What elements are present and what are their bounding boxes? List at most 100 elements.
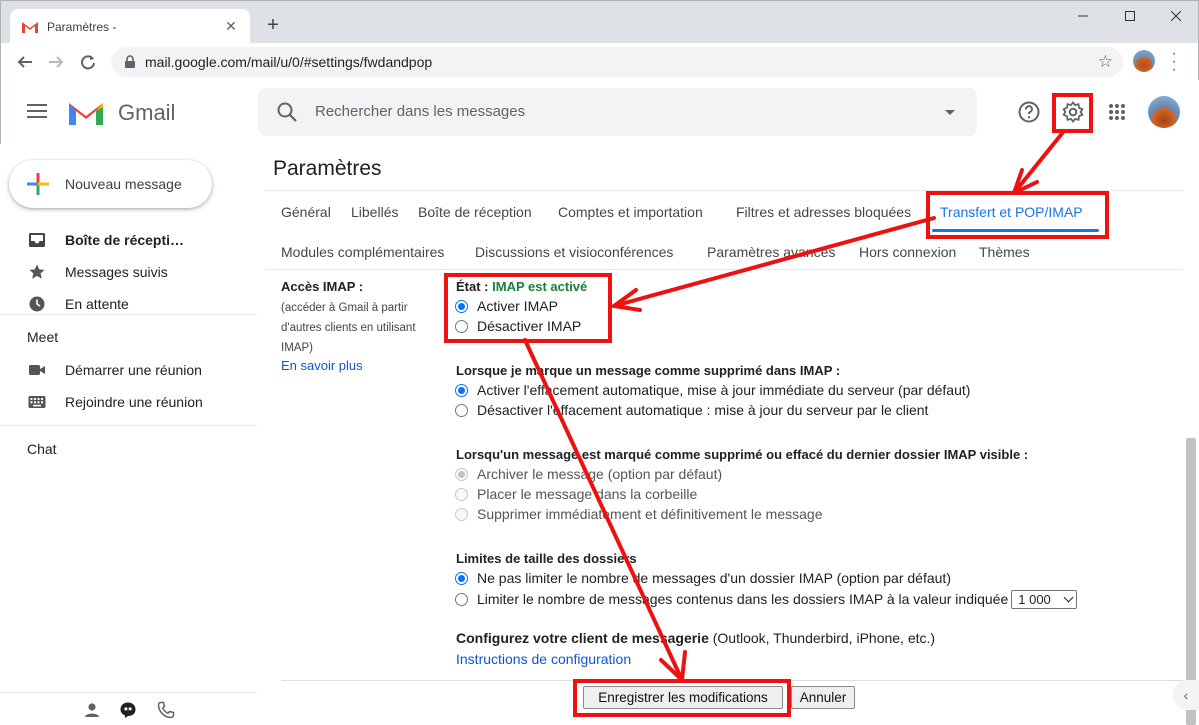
video-icon: [29, 365, 45, 375]
folder-limit-select[interactable]: 1 000: [1011, 589, 1077, 609]
gmail-favicon-icon: [22, 21, 38, 33]
cancel-button[interactable]: Annuler: [791, 686, 855, 709]
reload-icon[interactable]: [76, 50, 100, 74]
mail-search[interactable]: Rechercher dans les messages: [258, 88, 977, 136]
sidebar-item-starred[interactable]: Messages suivis: [0, 256, 257, 288]
no-limit-radio[interactable]: [455, 571, 468, 585]
search-icon[interactable]: [276, 101, 298, 123]
phone-icon[interactable]: [157, 701, 175, 719]
config-instructions-link[interactable]: Instructions de configuration: [456, 651, 631, 667]
tabs-divider: [265, 269, 1183, 270]
auto-expunge-on-radio[interactable]: [455, 383, 468, 397]
browser-tab[interactable]: Paramètres - ✕: [10, 9, 250, 44]
meet-title: Meet: [27, 329, 59, 345]
browser-menu-icon[interactable]: · · ·: [1168, 46, 1180, 78]
sidebar-item-start-meeting[interactable]: Démarrer une réunion: [0, 354, 257, 386]
sidebar-item-join-meeting[interactable]: Rejoindre une réunion: [0, 386, 257, 418]
tab-title: Paramètres -: [47, 19, 117, 34]
annotation-box-gear: [1052, 93, 1093, 133]
imap-access-description: (accéder à Gmail à partir d'autres clien…: [281, 302, 416, 354]
tab-labels[interactable]: Libellés: [351, 204, 398, 220]
sidebar-divider: [0, 425, 257, 426]
option-label: Ne pas limiter le nombre de messages d'u…: [477, 570, 951, 586]
annotation-box-imap: [444, 273, 612, 343]
account-avatar[interactable]: [1148, 96, 1180, 128]
sidebar-item-inbox[interactable]: Boîte de récepti…: [0, 224, 257, 256]
lock-icon: [125, 55, 135, 68]
option-label: Limiter le nombre de messages contenus d…: [477, 591, 1009, 607]
tab-themes[interactable]: Thèmes: [979, 244, 1030, 260]
chat-title: Chat: [27, 441, 57, 457]
compose-label: Nouveau message: [65, 176, 182, 192]
side-panel-toggle-icon[interactable]: ‹: [1173, 680, 1199, 710]
browser-tabstrip: Paramètres - ✕ +: [0, 0, 1199, 44]
sidebar-footer: [0, 692, 257, 725]
tab-offline[interactable]: Hors connexion: [859, 244, 956, 260]
new-tab-button[interactable]: +: [263, 14, 283, 36]
browser-toolbar: mail.google.com/mail/u/0/#settings/fwdan…: [0, 43, 1199, 80]
auto-expunge-off-radio[interactable]: [455, 403, 468, 417]
chat-bubble-icon[interactable]: [119, 701, 137, 719]
tab-chat-meet[interactable]: Discussions et visioconférences: [475, 244, 673, 260]
address-bar[interactable]: mail.google.com/mail/u/0/#settings/fwdan…: [111, 47, 1123, 77]
annotation-box-tab: [926, 191, 1109, 239]
deleted-message-heading: Lorsqu'un message est marqué comme suppr…: [456, 447, 1029, 462]
search-options-icon[interactable]: [945, 110, 955, 115]
window-close-icon[interactable]: [1153, 5, 1199, 27]
close-tab-icon[interactable]: ✕: [222, 18, 240, 35]
chevron-down-icon: [1063, 592, 1074, 602]
learn-more-link[interactable]: En savoir plus: [281, 358, 363, 373]
sidebar-item-label: Messages suivis: [65, 264, 168, 280]
sidebar-item-label: En attente: [65, 296, 129, 312]
browser-profile-avatar[interactable]: [1133, 50, 1155, 72]
delete-forever-option: Supprimer immédiatement et définitivemen…: [455, 504, 823, 524]
option-label: Désactiver l'effacement automatique : mi…: [477, 402, 929, 418]
client-config-line: Configurez votre client de messagerie (O…: [456, 630, 935, 646]
no-limit-option[interactable]: Ne pas limiter le nombre de messages d'u…: [455, 568, 951, 588]
tab-inbox[interactable]: Boîte de réception: [418, 204, 532, 220]
person-icon[interactable]: [83, 701, 101, 719]
tab-advanced[interactable]: Paramètres avancés: [707, 244, 835, 260]
bookmark-star-icon[interactable]: ☆: [1098, 52, 1113, 72]
clock-icon: [29, 296, 45, 312]
compose-button[interactable]: Nouveau message: [9, 160, 212, 208]
expunge-heading: Lorsque je marque un message comme suppr…: [456, 363, 841, 378]
url-text: mail.google.com/mail/u/0/#settings/fwdan…: [145, 54, 433, 70]
tab-general[interactable]: Général: [281, 204, 331, 220]
apps-grid-icon[interactable]: [1105, 100, 1129, 124]
gmail-wordmark: Gmail: [118, 100, 176, 125]
minimize-icon[interactable]: [1060, 5, 1106, 27]
help-icon[interactable]: [1017, 100, 1041, 124]
limit-option[interactable]: Limiter le nombre de messages contenus d…: [455, 589, 1077, 609]
page-title: Paramètres: [273, 157, 382, 180]
option-label: Supprimer immédiatement et définitivemen…: [477, 506, 823, 522]
tab-filters[interactable]: Filtres et adresses bloquées: [736, 204, 911, 220]
folder-limit-value: 1 000: [1018, 591, 1051, 607]
main-menu-icon[interactable]: [27, 104, 47, 118]
gmail-header: Gmail Rechercher dans les messages: [0, 80, 1199, 144]
plus-icon: [27, 173, 49, 195]
option-label: Activer l'effacement automatique, mise à…: [477, 382, 971, 398]
auto-expunge-on-option[interactable]: Activer l'effacement automatique, mise à…: [455, 380, 970, 400]
imap-access-label: Accès IMAP :: [281, 279, 364, 294]
forward-arrow-icon[interactable]: [44, 50, 68, 74]
sidebar-divider: [0, 314, 257, 315]
sidebar-item-snoozed[interactable]: En attente: [0, 288, 257, 320]
maximize-icon[interactable]: [1107, 5, 1153, 27]
archive-message-option: Archiver le message (option par défaut): [455, 464, 722, 484]
delete-forever-radio: [455, 507, 468, 521]
option-label: Placer le message dans la corbeille: [477, 486, 698, 502]
tab-addons[interactable]: Modules complémentaires: [281, 244, 444, 260]
limit-radio[interactable]: [455, 592, 468, 606]
option-label: Archiver le message (option par défaut): [477, 466, 723, 482]
tab-accounts[interactable]: Comptes et importation: [558, 204, 703, 220]
inbox-icon: [29, 233, 45, 247]
auto-expunge-off-option[interactable]: Désactiver l'effacement automatique : mi…: [455, 400, 928, 420]
sidebar-item-label: Rejoindre une réunion: [65, 394, 203, 410]
trash-message-option: Placer le message dans la corbeille: [455, 484, 697, 504]
archive-message-radio: [455, 467, 468, 481]
back-arrow-icon[interactable]: [13, 50, 37, 74]
keyboard-icon: [28, 396, 46, 408]
search-placeholder[interactable]: Rechercher dans les messages: [315, 103, 525, 120]
gmail-logo-icon[interactable]: [67, 99, 105, 127]
